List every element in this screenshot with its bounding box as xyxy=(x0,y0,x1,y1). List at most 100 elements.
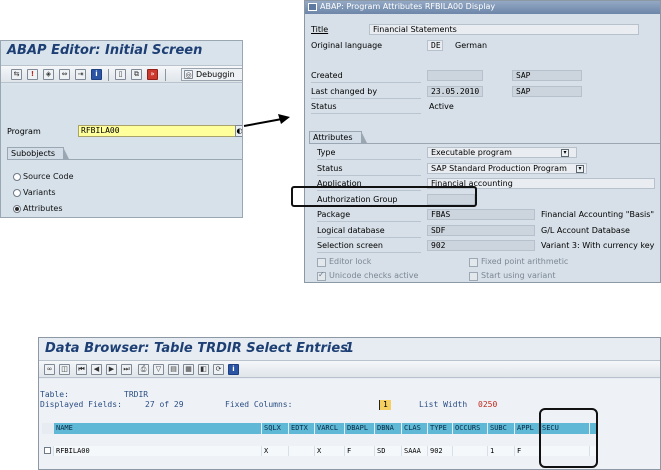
column-header-dbna[interactable]: DBNA xyxy=(375,423,402,434)
column-header-name[interactable]: NAME xyxy=(54,423,262,434)
status-dropdown-icon[interactable]: ▾ xyxy=(576,165,584,173)
toolbar-separator xyxy=(165,69,166,81)
attributes-tab: Attributes xyxy=(309,131,366,143)
status-value: Active xyxy=(429,102,454,111)
column-header-subc[interactable]: SUBC xyxy=(488,423,515,434)
row-underline xyxy=(317,175,421,176)
information-icon[interactable]: i xyxy=(228,364,239,375)
unicode-checks-checkbox[interactable]: Unicode checks active xyxy=(317,270,418,281)
cell-name[interactable]: RFBILA00 xyxy=(54,446,262,456)
logical-database-field: SDF xyxy=(427,225,535,236)
debug-icon: ◎ xyxy=(184,70,193,79)
list-width-value: 0250 xyxy=(478,400,498,409)
fixed-columns-label: Fixed Columns: xyxy=(225,400,293,409)
check-icon[interactable]: ◈ xyxy=(43,69,54,80)
rename-icon[interactable]: » xyxy=(147,69,158,80)
browser-toolbar: ∞ ◫ ⏮ ◀ ▶ ⏭ ⎙ ▽ ▤ ▦ ◧ ⟳ i xyxy=(39,360,660,378)
row-underline xyxy=(317,221,421,222)
attr-status-label: Status xyxy=(317,164,343,173)
cell-type[interactable]: 902 xyxy=(428,446,453,456)
logical-database-label: Logical database xyxy=(317,226,385,235)
subobjects-frame xyxy=(7,159,242,207)
type-field[interactable]: Executable program xyxy=(427,147,577,158)
previous-page-icon[interactable]: ◀ xyxy=(91,364,102,375)
details-icon[interactable]: ◫ xyxy=(59,364,70,375)
cell-varcl[interactable]: X xyxy=(315,446,345,456)
filter-icon[interactable]: ▽ xyxy=(153,364,164,375)
last-changed-label: Last changed by xyxy=(311,87,378,96)
package-description: Financial Accounting "Basis" xyxy=(541,210,655,219)
column-header-occurs[interactable]: OCCURS xyxy=(453,423,488,434)
print-icon[interactable]: ⎙ xyxy=(138,364,149,375)
authorization-group-highlight xyxy=(291,186,477,207)
cell-occurs[interactable] xyxy=(453,446,488,456)
radio-attributes[interactable]: Attributes xyxy=(13,204,63,214)
cell-clas[interactable]: SAAA xyxy=(402,446,428,456)
secu-column-highlight xyxy=(539,408,598,468)
row-select-checkbox[interactable] xyxy=(42,446,54,456)
selection-screen-description: Variant 3: With currency key xyxy=(541,241,655,250)
program-attributes-window: ABAP: Program Attributes RFBILA00 Displa… xyxy=(304,0,661,283)
information-icon[interactable]: i xyxy=(91,69,102,80)
editor-lock-checkbox[interactable]: Editor lock xyxy=(317,257,371,267)
column-header-sqlx[interactable]: SQLX xyxy=(262,423,289,434)
export-icon[interactable]: ▦ xyxy=(183,364,194,375)
program-input[interactable]: RFBILA00 xyxy=(78,125,236,137)
last-changed-user-field: SAP xyxy=(512,86,582,97)
selection-screen-field: 902 xyxy=(427,240,535,251)
copy-icon[interactable]: ⧉ xyxy=(131,69,142,80)
language-name: German xyxy=(455,41,488,50)
sum-icon[interactable]: ▤ xyxy=(168,364,179,375)
editor-toolbar: ⇆ ! ◈ ⇔ ⇥ i ▯ ⧉ » ◎ Debuggin xyxy=(1,65,242,83)
debugging-label: Debuggin xyxy=(196,70,235,79)
package-field: FBAS xyxy=(427,209,535,220)
test-icon[interactable]: ⇥ xyxy=(75,69,86,80)
column-header-clas[interactable]: CLAS xyxy=(402,423,428,434)
next-page-icon[interactable]: ▶ xyxy=(106,364,117,375)
activate-icon[interactable]: ⇔ xyxy=(59,69,70,80)
package-label: Package xyxy=(317,210,351,219)
status-label: Status xyxy=(311,102,337,111)
cell-sqlx[interactable]: X xyxy=(262,446,289,456)
first-page-icon[interactable]: ⏮ xyxy=(76,364,87,375)
column-header-edtx[interactable]: EDTX xyxy=(289,423,315,434)
abap-editor-window: ABAP Editor: Initial Screen ⇆ ! ◈ ⇔ ⇥ i … xyxy=(0,40,243,218)
displayed-fields-label: Displayed Fields: xyxy=(40,400,122,409)
refresh-icon[interactable]: ⟳ xyxy=(213,364,224,375)
subobjects-tab: Subobjects xyxy=(7,147,70,159)
type-dropdown-icon[interactable]: ▾ xyxy=(561,149,569,157)
cell-appl[interactable]: F xyxy=(515,446,540,456)
cell-edtx[interactable] xyxy=(289,446,315,456)
cell-dbapl[interactable]: F xyxy=(345,446,375,456)
glasses-icon[interactable]: ∞ xyxy=(44,364,55,375)
attr-status-field[interactable]: SAP Standard Production Program xyxy=(427,163,587,174)
column-header-dbapl[interactable]: DBAPL xyxy=(345,423,375,434)
fixed-columns-field[interactable]: 1 xyxy=(379,400,391,410)
entry-count: 1 xyxy=(345,341,355,356)
fixed-point-checkbox[interactable]: Fixed point arithmetic xyxy=(469,257,568,267)
column-header-type[interactable]: TYPE xyxy=(428,423,453,434)
row-underline xyxy=(317,252,421,253)
browser-title: Data Browser: Table TRDIR Select Entries xyxy=(45,341,348,356)
debugging-button[interactable]: ◎ Debuggin xyxy=(181,68,242,81)
language-code-field: DE xyxy=(427,40,443,51)
cell-dbna[interactable]: SD xyxy=(375,446,402,456)
column-header-varcl[interactable]: VARCL xyxy=(315,423,345,434)
attributes-titlebar: ABAP: Program Attributes RFBILA00 Displa… xyxy=(305,1,660,14)
start-using-variant-checkbox[interactable]: Start using variant xyxy=(469,271,556,281)
last-changed-date-field: 23.05.2010 xyxy=(427,86,483,97)
column-header-appl[interactable]: APPL xyxy=(515,423,540,434)
attributes-window-title: ABAP: Program Attributes RFBILA00 Displa… xyxy=(320,2,496,11)
type-label: Type xyxy=(317,148,336,157)
info-exclamation-icon[interactable]: ! xyxy=(27,69,38,80)
last-page-icon[interactable]: ⏭ xyxy=(121,364,132,375)
delete-icon[interactable]: ▯ xyxy=(115,69,126,80)
row-selector-header xyxy=(42,423,54,434)
table-name: TRDIR xyxy=(124,390,149,399)
radio-source-code[interactable]: Source Code xyxy=(13,172,74,182)
layout-icon[interactable]: ◧ xyxy=(198,364,209,375)
where-used-icon[interactable]: ⇆ xyxy=(11,69,22,80)
radio-variants[interactable]: Variants xyxy=(13,188,56,198)
selection-screen-label: Selection screen xyxy=(317,241,384,250)
cell-subc[interactable]: 1 xyxy=(488,446,515,456)
